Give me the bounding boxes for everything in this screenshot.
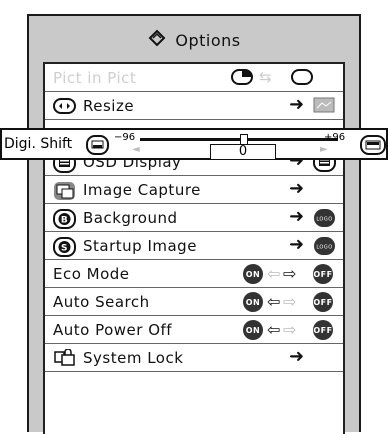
logo-icon: LOGO xyxy=(313,236,337,260)
digi-shift-value: 0 xyxy=(210,144,276,160)
on-icon: ON xyxy=(243,320,263,340)
swap-arrows-icon: ⇆ xyxy=(259,68,273,86)
digi-shift-min: −96 xyxy=(114,132,136,143)
arrow-right-icon: ➜ xyxy=(289,234,305,255)
digi-shift-icon xyxy=(86,135,110,159)
digi-shift-max: +96 xyxy=(324,132,346,143)
arrow-left-icon: ⇦ xyxy=(267,292,281,311)
pip-sub-icon xyxy=(291,68,315,90)
menu-item-startup-image[interactable]: S Startup Image ➜ LOGO xyxy=(45,232,343,260)
digi-shift-track[interactable] xyxy=(140,138,338,141)
svg-text:S: S xyxy=(61,244,68,254)
svg-text:B: B xyxy=(61,216,68,226)
off-icon: OFF xyxy=(313,292,333,312)
options-title: Options xyxy=(29,16,359,64)
menu-item-background[interactable]: B Background ➜ LOGO xyxy=(45,204,343,232)
s-icon: S xyxy=(53,237,77,261)
on-icon: ON xyxy=(243,292,263,312)
arrow-right-icon: ⇨ xyxy=(283,320,297,339)
b-icon: B xyxy=(53,209,77,233)
svg-text:LOGO: LOGO xyxy=(316,217,332,223)
resize-icon xyxy=(53,97,77,119)
options-panel: Options Pict in Pict ⇆ Resize ➜ OSD Disp… xyxy=(27,14,361,434)
arrow-right-icon: ➜ xyxy=(289,94,305,115)
increase-icon[interactable]: ► xyxy=(320,144,328,155)
logo-icon: LOGO xyxy=(313,208,337,232)
options-icon xyxy=(147,29,167,51)
pip-main-icon xyxy=(231,68,255,90)
arrow-right-icon: ➜ xyxy=(289,178,305,199)
options-title-text: Options xyxy=(175,30,241,50)
digi-shift-label: Digi. Shift xyxy=(4,136,73,152)
menu-item-system-lock[interactable]: System Lock ➜ xyxy=(45,344,343,372)
resize-preview-icon xyxy=(313,96,335,118)
lock-icon xyxy=(53,348,77,373)
arrow-right-icon: ➜ xyxy=(289,206,305,227)
digi-shift-alt-icon xyxy=(360,135,386,159)
arrow-right-icon: ⇨ xyxy=(283,292,297,311)
arrow-left-icon: ⇦ xyxy=(267,264,281,283)
menu-item-resize[interactable]: Resize ➜ xyxy=(45,92,343,120)
capture-icon xyxy=(53,181,77,205)
svg-text:LOGO: LOGO xyxy=(316,245,332,251)
off-icon: OFF xyxy=(313,264,333,284)
arrow-right-icon: ➜ xyxy=(289,346,305,367)
on-icon: ON xyxy=(243,264,263,284)
menu-item-image-capture[interactable]: Image Capture ➜ xyxy=(45,176,343,204)
menu-item-auto-search[interactable]: Auto Search ON ⇦ ⇨ OFF xyxy=(45,288,343,316)
arrow-left-icon: ⇦ xyxy=(267,320,281,339)
off-icon: OFF xyxy=(313,320,333,340)
menu-item-pict-in-pict: Pict in Pict ⇆ xyxy=(45,64,343,92)
arrow-right-icon: ⇨ xyxy=(283,264,297,283)
menu-item-auto-power-off[interactable]: Auto Power Off ON ⇦ ⇨ OFF xyxy=(45,316,343,344)
options-menu: Pict in Pict ⇆ Resize ➜ OSD Display ➜ Im… xyxy=(43,62,345,434)
digi-shift-row[interactable]: Digi. Shift −96 ◄ 0 ► +96 xyxy=(0,128,388,160)
menu-item-eco-mode[interactable]: Eco Mode ON ⇦ ⇨ OFF xyxy=(45,260,343,288)
decrease-icon[interactable]: ◄ xyxy=(132,144,140,155)
